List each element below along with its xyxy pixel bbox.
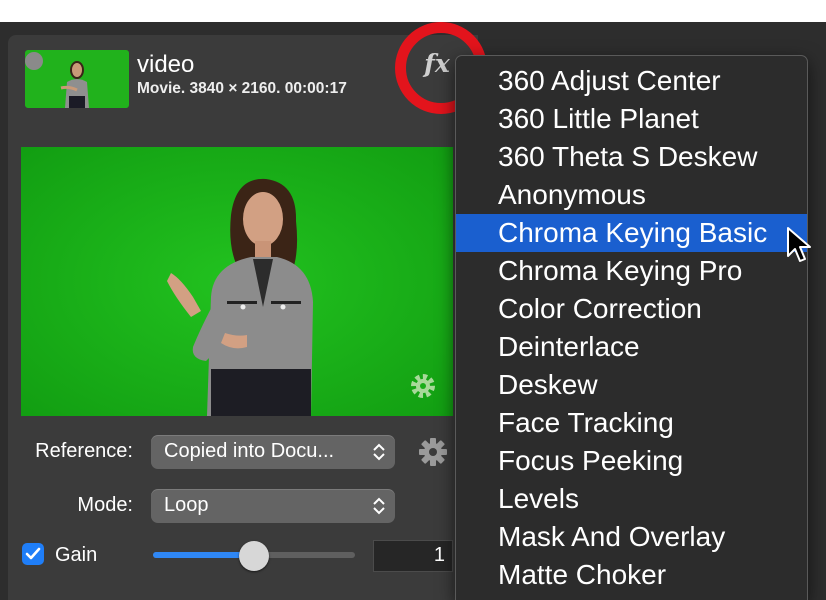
menu-item[interactable]: Deinterlace [456,328,807,366]
reference-popup[interactable]: Copied into Docu... [151,435,395,469]
menu-item[interactable]: Deskew [456,366,807,404]
menu-item[interactable]: Anonymous [456,176,807,214]
gain-value: 1 [433,544,445,566]
updown-chevron-icon [373,497,385,515]
menu-item[interactable]: Chroma Keying Basic [456,214,807,252]
updown-chevron-icon [373,443,385,461]
mode-label: Mode: [77,494,133,516]
gain-checkbox[interactable] [22,543,44,565]
reference-label: Reference: [35,440,133,462]
menu-item[interactable]: Levels [456,480,807,518]
mode-value: Loop [164,494,209,516]
menu-item[interactable]: Face Tracking [456,404,807,442]
menu-item[interactable]: Focus Peeking [456,442,807,480]
menu-item[interactable]: Matte Choker [456,556,807,594]
menu-item[interactable]: Color Correction [456,290,807,328]
menu-item[interactable]: 360 Adjust Center [456,62,807,100]
video-preview[interactable] [21,147,453,416]
mode-popup[interactable]: Loop [151,489,395,523]
mouse-cursor-icon [787,227,811,262]
source-title: video [137,51,195,78]
gear-icon[interactable] [418,437,448,467]
reference-value: Copied into Docu... [164,440,335,462]
gain-field[interactable]: 1 [373,540,453,572]
gain-label: Gain [55,544,98,566]
menu-item[interactable]: 360 Theta S Deskew [456,138,807,176]
menu-item[interactable]: Chroma Keying Pro [456,252,807,290]
menu-item[interactable]: 360 Little Planet [456,100,807,138]
gain-slider-knob[interactable] [239,541,269,571]
checkmark-icon [25,547,41,560]
menu-item[interactable]: Mask And Overlay [456,518,807,556]
status-dot [25,52,43,70]
fx-menu: 360 Adjust Center 360 Little Planet 360 Th… [455,55,808,600]
